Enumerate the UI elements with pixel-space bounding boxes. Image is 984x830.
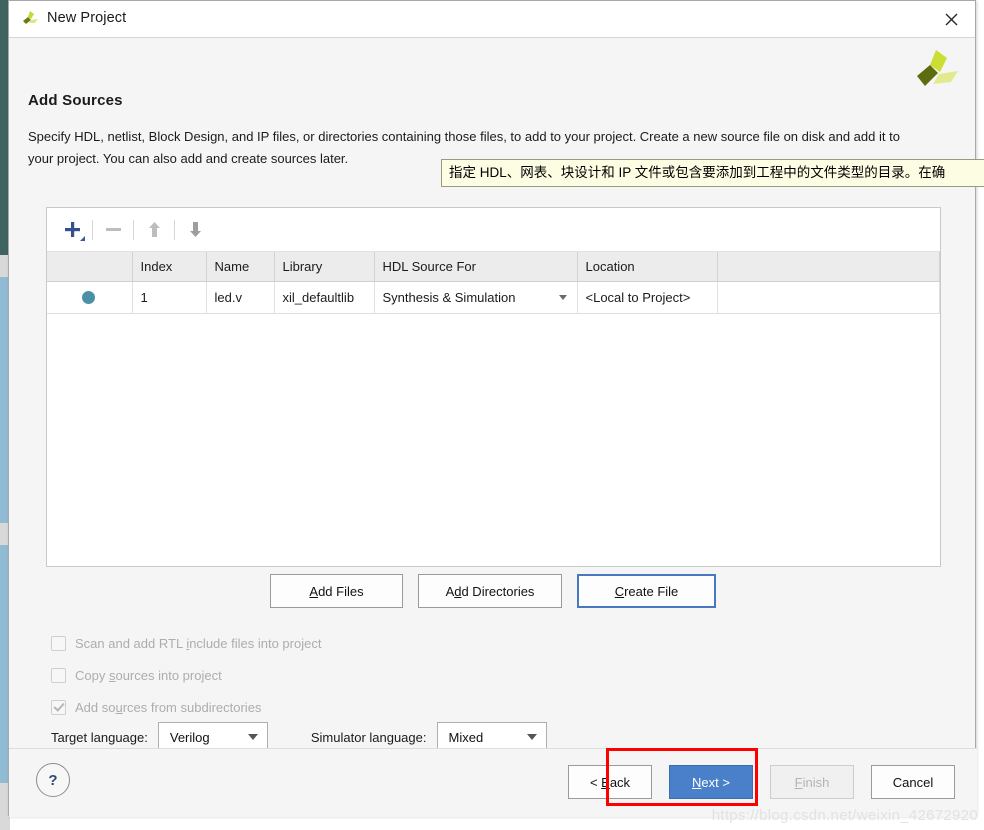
tooltip-popup: 指定 HDL、网表、块设计和 IP 文件或包含要添加到工程中的文件类型的目录。在… <box>441 159 984 187</box>
dialog-titlebar: New Project <box>9 1 975 38</box>
option-add-subdirectories[interactable]: Add sources from subdirectories <box>51 691 321 723</box>
dialog-content: Add Sources Specify HDL, netlist, Block … <box>9 38 984 817</box>
toolbar-separator-3 <box>174 219 175 240</box>
help-button[interactable]: ? <box>36 763 70 797</box>
back-button[interactable]: < Back <box>568 765 652 799</box>
watermark-text: https://blog.csdn.net/weixin_42672920 <box>711 807 978 824</box>
option-label-scan-rtl-include: Scan and add RTL include files into proj… <box>75 635 322 651</box>
sources-table: Index Name Library HDL Source For Locati… <box>47 252 940 314</box>
target-language-value: Verilog <box>169 729 210 745</box>
column-header-name[interactable]: Name <box>206 252 275 282</box>
toolbar-separator-1 <box>92 219 93 240</box>
column-header-filler <box>717 252 940 282</box>
simulator-language-value: Mixed <box>448 729 484 745</box>
table-row[interactable]: 1 led.v xil_defaultlib Synthesis & Simul… <box>47 281 940 314</box>
add-files-button[interactable]: Add Files <box>270 574 403 608</box>
chevron-down-icon <box>526 734 537 740</box>
plus-icon[interactable] <box>57 215 87 245</box>
wizard-nav-buttons: < Back Next > Finish Cancel <box>568 765 955 799</box>
new-project-dialog: New Project Add Sources Specify HDL, net… <box>8 0 984 817</box>
table-header-row: Index Name Library HDL Source For Locati… <box>47 252 940 282</box>
create-file-button[interactable]: Create File <box>577 574 716 608</box>
arrow-down-icon[interactable] <box>180 215 210 245</box>
checkbox-copy-sources[interactable] <box>51 667 66 683</box>
source-action-buttons: Add Files Add Directories Create File <box>9 574 977 608</box>
row-name-cell: led.v <box>206 281 275 314</box>
next-button[interactable]: Next > <box>669 765 753 799</box>
column-header-hdl-source-for[interactable]: HDL Source For <box>374 252 578 282</box>
row-index-cell: 1 <box>132 281 207 314</box>
row-hdl-source-cell[interactable]: Synthesis & Simulation <box>374 281 578 314</box>
sources-toolbar <box>47 208 940 252</box>
chevron-down-icon[interactable] <box>558 294 567 300</box>
checkbox-scan-rtl-include[interactable] <box>51 635 66 651</box>
checkbox-add-subdirectories[interactable] <box>51 699 66 715</box>
toolbar-separator-2 <box>133 219 134 240</box>
selected-dot-icon <box>82 290 95 304</box>
minus-icon[interactable] <box>98 215 128 245</box>
finish-button: Finish <box>770 765 854 799</box>
add-directories-button[interactable]: Add Directories <box>418 574 562 608</box>
option-label-add-subdirectories: Add sources from subdirectories <box>75 699 262 715</box>
column-header-library[interactable]: Library <box>274 252 375 282</box>
vivado-logo-icon <box>20 9 40 29</box>
chevron-down-icon <box>247 734 258 740</box>
target-language-label: Target language: <box>51 729 148 745</box>
plus-dropdown-caret-icon[interactable] <box>80 235 85 241</box>
option-label-copy-sources: Copy sources into project <box>75 667 222 683</box>
xilinx-pinwheel-logo-icon <box>911 46 961 96</box>
column-header-index[interactable]: Index <box>132 252 207 282</box>
column-header-location[interactable]: Location <box>577 252 718 282</box>
arrow-up-icon[interactable] <box>139 215 169 245</box>
dialog-title: New Project <box>47 10 127 26</box>
simulator-language-label: Simulator language: <box>310 729 427 745</box>
option-copy-sources[interactable]: Copy sources into project <box>51 659 321 691</box>
row-selection-cell[interactable] <box>47 281 133 314</box>
source-options-group: Scan and add RTL include files into proj… <box>51 627 321 723</box>
page-title: Add Sources <box>28 92 123 109</box>
row-filler-cell <box>717 281 940 314</box>
column-header-selection[interactable] <box>47 252 133 282</box>
row-library-cell[interactable]: xil_defaultlib <box>274 281 375 314</box>
close-icon[interactable] <box>927 1 975 37</box>
sources-panel: Index Name Library HDL Source For Locati… <box>46 207 941 567</box>
option-scan-rtl-include[interactable]: Scan and add RTL include files into proj… <box>51 627 321 659</box>
row-hdl-source-value: Synthesis & Simulation <box>382 289 516 305</box>
row-location-cell: <Local to Project> <box>577 281 718 314</box>
cancel-button[interactable]: Cancel <box>871 765 955 799</box>
